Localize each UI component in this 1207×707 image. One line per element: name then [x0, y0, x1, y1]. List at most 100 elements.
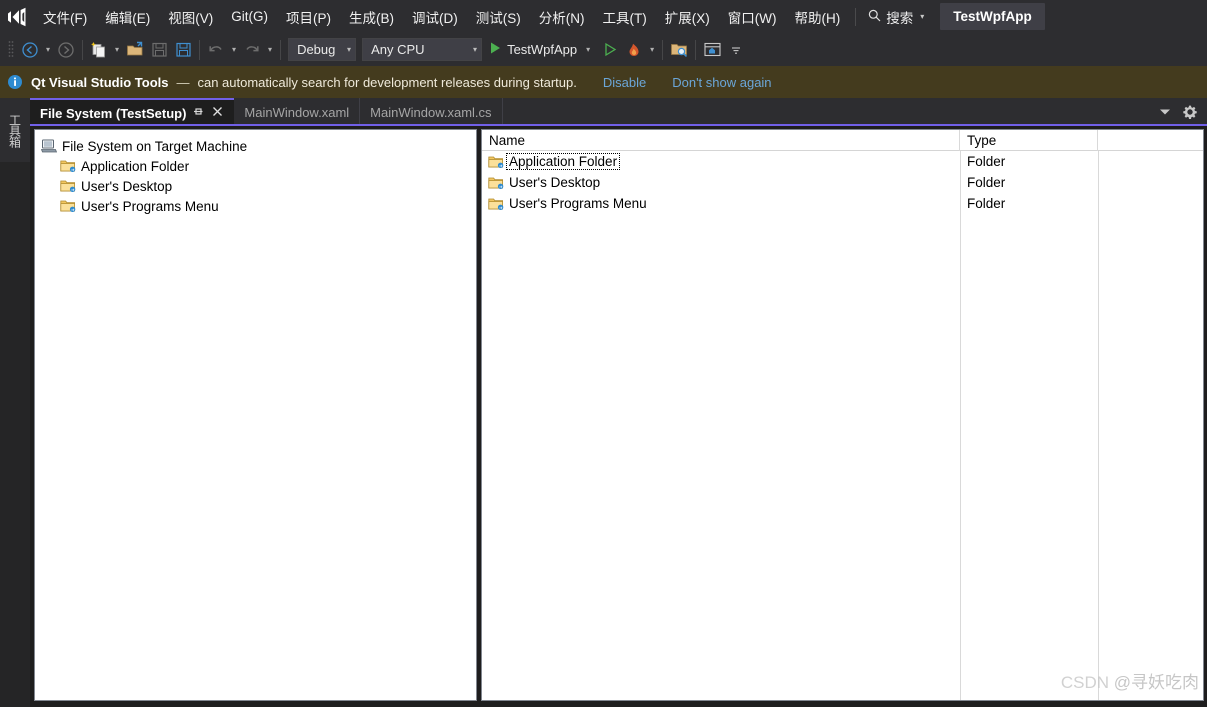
- chevron-down-icon: ▾: [347, 45, 352, 54]
- redo-dropdown[interactable]: ▾: [264, 36, 276, 64]
- toolbar-separator: [662, 39, 664, 60]
- folder-shortcut-icon: [60, 199, 76, 213]
- start-debug-label: TestWpfApp: [507, 42, 578, 57]
- back-history-dropdown[interactable]: ▾: [42, 36, 54, 64]
- menu-item-window[interactable]: 窗口(W): [719, 0, 786, 33]
- file-system-tree: File System on Target Machine Applicatio…: [35, 130, 476, 216]
- project-badge[interactable]: TestWpfApp: [940, 3, 1045, 30]
- tab-file-system-label: File System (TestSetup): [40, 105, 187, 121]
- tree-node-users-programs-menu-label: User's Programs Menu: [81, 198, 219, 214]
- notification-dash: —: [176, 74, 190, 90]
- row-type-label: Folder: [967, 196, 1006, 211]
- tab-file-system[interactable]: File System (TestSetup): [30, 98, 235, 126]
- chevron-down-icon[interactable]: [1159, 107, 1171, 117]
- menu-item-view[interactable]: 视图(V): [159, 0, 222, 33]
- row-type-label: Folder: [967, 154, 1006, 169]
- file-system-editor: File System on Target Machine Applicatio…: [30, 126, 1207, 707]
- folder-shortcut-icon: [488, 176, 504, 190]
- folder-shortcut-icon: [60, 159, 76, 173]
- file-system-list-pane: Name Type Application Folder Folder User…: [481, 129, 1204, 701]
- toolbox-label: 工具箱: [7, 113, 22, 147]
- menu-item-edit[interactable]: 编辑(E): [96, 0, 159, 33]
- tab-mainwindow-xaml[interactable]: MainWindow.xaml: [234, 98, 361, 126]
- configuration-value: Debug: [297, 42, 336, 57]
- play-icon: [489, 41, 502, 58]
- folder-shortcut-icon: [488, 155, 504, 169]
- notification-bar: Qt Visual Studio Tools — can automatical…: [0, 66, 1207, 98]
- folder-search-icon[interactable]: [667, 36, 691, 64]
- menu-item-tools[interactable]: 工具(T): [594, 0, 656, 33]
- menu-item-git[interactable]: Git(G): [222, 0, 277, 33]
- visual-studio-logo-icon: [0, 0, 34, 33]
- tree-node-root[interactable]: File System on Target Machine: [40, 136, 476, 156]
- toolbar-separator: [82, 39, 84, 60]
- toolbar-grip[interactable]: [4, 40, 18, 60]
- menu-item-file[interactable]: 文件(F): [34, 0, 96, 33]
- chevron-down-icon[interactable]: ▾: [582, 36, 594, 64]
- new-project-dropdown[interactable]: ▾: [111, 36, 123, 64]
- tab-mainwindow-xaml-cs[interactable]: MainWindow.xaml.cs: [360, 98, 503, 126]
- menu-item-analyze[interactable]: 分析(N): [530, 0, 594, 33]
- table-row[interactable]: User's Desktop Folder: [482, 172, 1203, 193]
- chevron-down-icon[interactable]: ▾: [920, 12, 924, 21]
- search-label: 搜索: [886, 10, 914, 26]
- table-row[interactable]: User's Programs Menu Folder: [482, 193, 1203, 214]
- save-all-icon[interactable]: [171, 36, 195, 64]
- toolbar-separator: [199, 39, 201, 60]
- pin-icon[interactable]: [192, 106, 205, 120]
- tab-bar-controls: [1159, 98, 1207, 126]
- row-cell-name: Application Folder: [482, 153, 960, 170]
- menu-item-help[interactable]: 帮助(H): [785, 0, 849, 33]
- toolbar-separator: [695, 39, 697, 60]
- menu-item-project[interactable]: 项目(P): [277, 0, 340, 33]
- toolbar-separator: [280, 39, 282, 60]
- platform-combo[interactable]: Any CPU ▾: [362, 38, 483, 61]
- window-home-icon[interactable]: [700, 36, 724, 64]
- menu-item-debug[interactable]: 调试(D): [403, 0, 467, 33]
- undo-icon[interactable]: [204, 36, 228, 64]
- file-system-tree-pane: File System on Target Machine Applicatio…: [34, 129, 477, 701]
- computer-icon: [40, 139, 58, 153]
- row-cell-name: User's Programs Menu: [482, 196, 960, 211]
- column-header-filler: [1098, 130, 1203, 151]
- menu-item-build[interactable]: 生成(B): [340, 0, 403, 33]
- standard-toolbar: ▾ ▾ ▾ ▾ Debug ▾ Any CPU ▾ TestWpfApp ▾ ▾: [0, 33, 1207, 66]
- save-icon[interactable]: [147, 36, 171, 64]
- menu-item-test[interactable]: 测试(S): [467, 0, 530, 33]
- toolbar-overflow-icon[interactable]: [724, 36, 748, 64]
- folder-shortcut-icon: [60, 179, 76, 193]
- navigate-back-icon[interactable]: [18, 36, 42, 64]
- row-name-label: User's Desktop: [509, 175, 601, 190]
- notification-dont-show-again-link[interactable]: Don't show again: [672, 75, 771, 90]
- tree-node-users-programs-menu[interactable]: User's Programs Menu: [41, 196, 476, 216]
- tree-node-application-folder[interactable]: Application Folder: [41, 156, 476, 176]
- navigate-forward-icon[interactable]: [54, 36, 78, 64]
- menu-bar: 文件(F) 编辑(E) 视图(V) Git(G) 项目(P) 生成(B) 调试(…: [0, 0, 1207, 33]
- undo-dropdown[interactable]: ▾: [228, 36, 240, 64]
- toolbox-tab[interactable]: 工具箱: [0, 98, 30, 162]
- search-input[interactable]: 搜索 ▾: [862, 0, 930, 33]
- new-project-icon[interactable]: [87, 36, 111, 64]
- start-debug-button[interactable]: TestWpfApp ▾: [485, 36, 598, 64]
- tree-node-users-desktop[interactable]: User's Desktop: [41, 176, 476, 196]
- table-row[interactable]: Application Folder Folder: [482, 151, 1203, 172]
- column-header-type[interactable]: Type: [960, 130, 1098, 151]
- notification-disable-link[interactable]: Disable: [603, 75, 646, 90]
- notification-title: Qt Visual Studio Tools: [31, 74, 169, 90]
- row-type-label: Folder: [967, 175, 1006, 190]
- configuration-combo[interactable]: Debug ▾: [288, 38, 357, 61]
- toolbox-strip: 工具箱: [0, 98, 30, 707]
- close-icon[interactable]: [211, 106, 224, 120]
- list-body: Application Folder Folder User's Desktop…: [482, 151, 1203, 700]
- hot-reload-dropdown[interactable]: ▾: [646, 36, 658, 64]
- menu-item-extensions[interactable]: 扩展(X): [656, 0, 719, 33]
- start-without-debugging-icon[interactable]: [598, 36, 622, 64]
- column-header-name[interactable]: Name: [482, 130, 960, 151]
- open-file-icon[interactable]: [123, 36, 147, 64]
- row-cell-name: User's Desktop: [482, 175, 960, 190]
- tab-mainwindow-xaml-label: MainWindow.xaml: [244, 104, 350, 120]
- tree-node-application-folder-label: Application Folder: [81, 158, 190, 174]
- hot-reload-icon[interactable]: [622, 36, 646, 64]
- redo-icon[interactable]: [240, 36, 264, 64]
- gear-icon[interactable]: [1183, 105, 1197, 119]
